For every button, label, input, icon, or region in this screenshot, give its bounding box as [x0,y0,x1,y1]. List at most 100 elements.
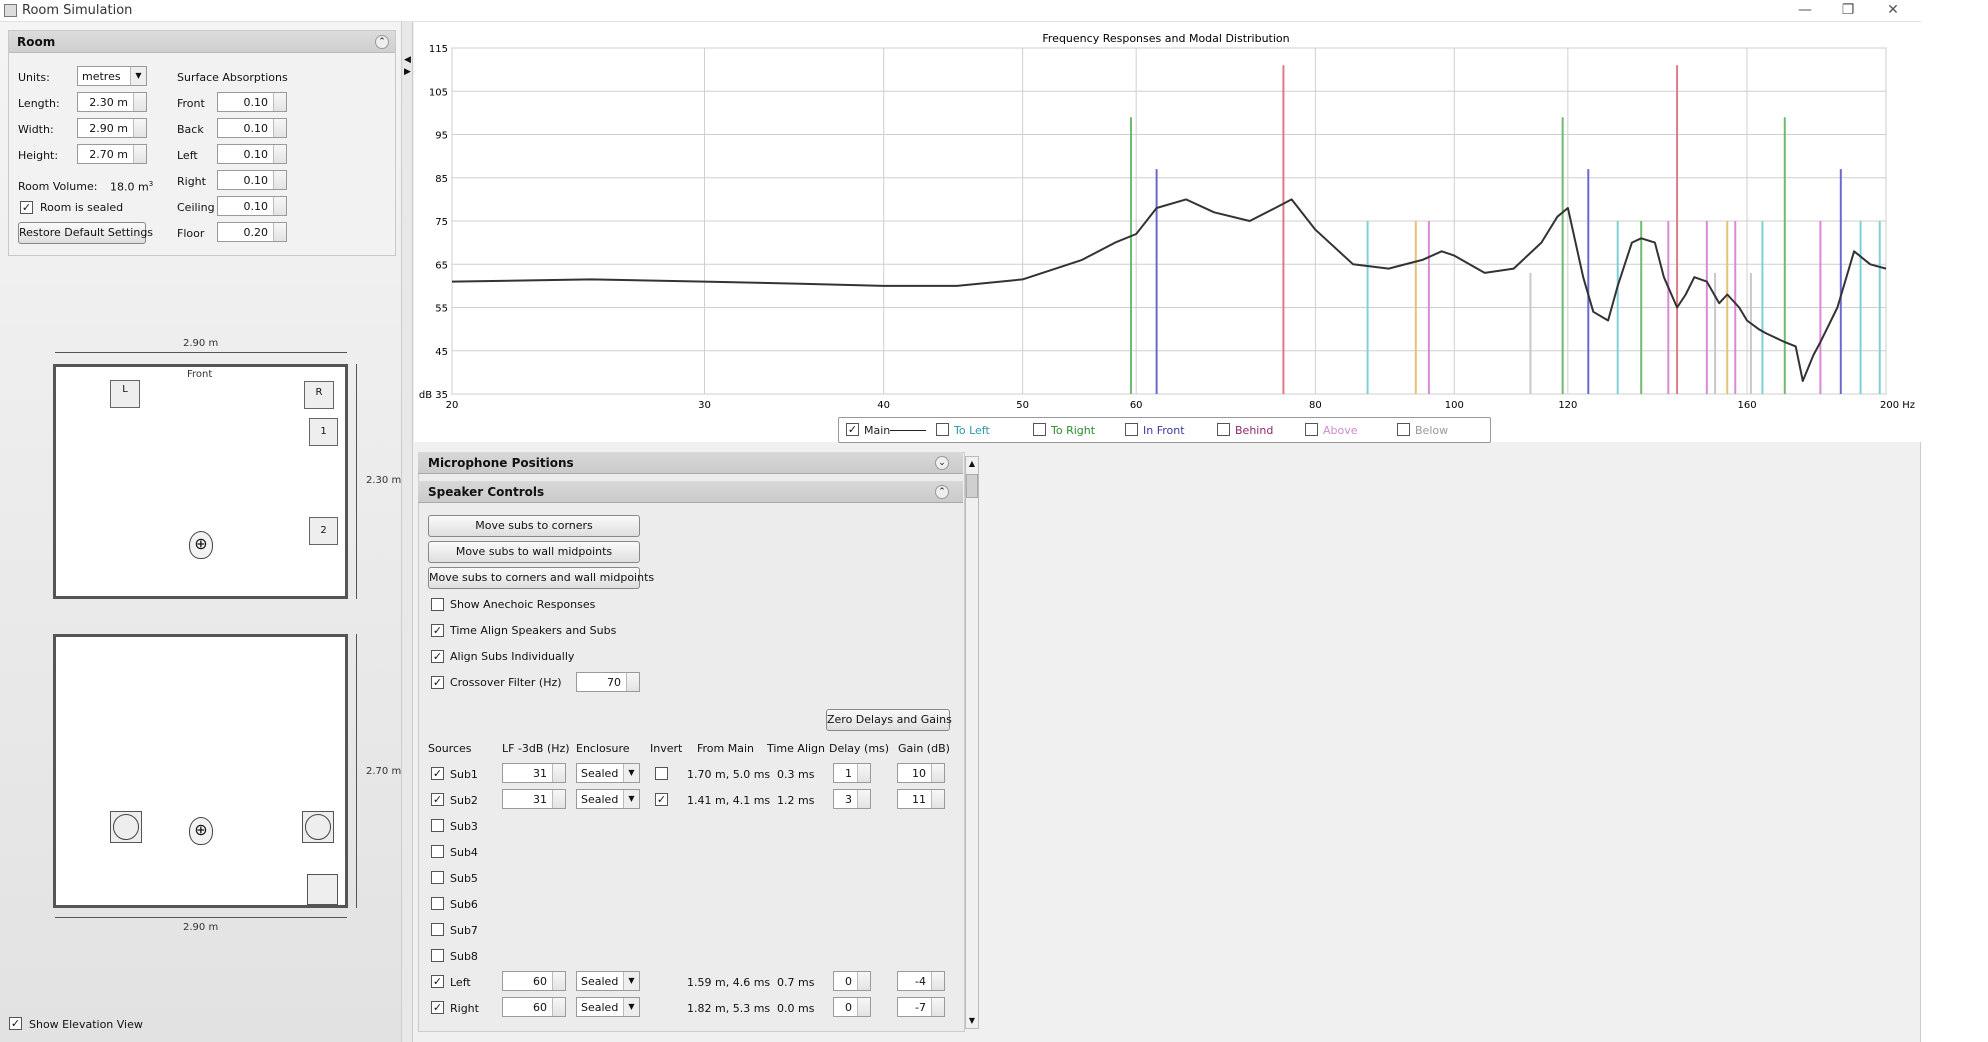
absorption-field[interactable]: 0.10 [217,170,287,190]
show-elevation-label: Show Elevation View [29,1018,143,1031]
delay-field[interactable]: 3 [833,789,871,809]
legend-item[interactable]: To Left [936,423,1026,439]
lf-field[interactable]: 31 [502,763,566,783]
absorption-field[interactable]: 0.10 [217,144,287,164]
source-checkbox[interactable] [431,845,444,858]
legend-checkbox[interactable] [1125,423,1138,436]
crossover-field[interactable]: 70 [576,672,640,692]
source-checkbox[interactable]: ✓ [431,1001,444,1014]
legend-checkbox[interactable] [936,423,949,436]
legend-checkbox[interactable] [1033,423,1046,436]
legend-item[interactable]: In Front [1125,423,1215,439]
collapse-icon[interactable]: ⌃ [935,485,949,499]
collapse-left-icon[interactable]: ◀ [404,55,411,65]
length-field[interactable]: 2.30 m [77,92,147,112]
legend-checkbox[interactable] [1217,423,1230,436]
absorption-label: Right [177,175,206,188]
units-select[interactable]: metres [77,66,147,86]
enclosure-select[interactable]: Sealed [576,789,640,809]
close-button[interactable]: ✕ [1870,0,1916,22]
legend-item[interactable]: Above [1305,423,1395,439]
zero-delays-gains-button[interactable]: Zero Delays and Gains [826,709,952,731]
lf-field[interactable]: 60 [502,971,566,991]
microphone-icon[interactable]: ⊕ [189,531,213,559]
source-checkbox[interactable]: ✓ [431,793,444,806]
align-individually-checkbox[interactable]: ✓ [431,650,444,663]
legend-checkbox[interactable] [1305,423,1318,436]
source-checkbox[interactable] [431,949,444,962]
microphone-positions-header[interactable]: Microphone Positions [418,452,963,474]
time-align-checkbox[interactable]: ✓ [431,624,444,637]
crossover-checkbox[interactable]: ✓ [431,676,444,689]
delay-field[interactable]: 0 [833,997,871,1017]
absorption-field[interactable]: 0.20 [217,222,287,242]
left-speaker[interactable]: L [110,380,140,408]
sub2-speaker[interactable]: 2 [309,517,338,545]
move-subs-corners-button[interactable]: Move subs to corners [428,515,640,537]
pane-splitter[interactable] [401,22,413,1042]
restore-button[interactable]: ❐ [1825,0,1871,22]
source-name: Sub6 [450,898,478,911]
move-subs-midpoints-button[interactable]: Move subs to wall midpoints [428,541,640,563]
show-elevation-checkbox[interactable]: ✓ [9,1017,22,1030]
invert-checkbox[interactable]: ✓ [655,793,668,806]
room-elevation-view[interactable] [53,634,348,908]
controls-scrollbar[interactable] [965,456,979,1029]
speaker-controls-header[interactable]: Speaker Controls [418,481,963,503]
sub1-speaker[interactable]: 1 [309,418,338,446]
legend-checkbox[interactable] [1397,423,1410,436]
source-checkbox[interactable]: ✓ [431,767,444,780]
restore-defaults-button[interactable]: Restore Default Settings [18,222,153,244]
sub-elevation[interactable] [307,874,338,905]
lf-field[interactable]: 31 [502,789,566,809]
source-checkbox[interactable] [431,819,444,832]
frequency-response-chart[interactable]: Frequency Responses and Modal Distributi… [414,22,1921,414]
legend-item[interactable]: Below [1397,423,1487,439]
from-main-value: 1.82 m, 5.3 ms [687,1002,771,1015]
scroll-thumb[interactable] [966,474,978,498]
lf-field[interactable]: 60 [502,997,566,1017]
absorption-field[interactable]: 0.10 [217,196,287,216]
enclosure-select[interactable]: Sealed [576,971,640,991]
right-speaker[interactable]: R [304,381,334,409]
enclosure-select[interactable]: Sealed [576,763,640,783]
width-field[interactable]: 2.90 m [77,118,147,138]
minimize-button[interactable]: — [1782,0,1828,22]
legend-item[interactable]: Behind [1217,423,1307,439]
invert-checkbox[interactable] [655,767,668,780]
height-field[interactable]: 2.70 m [77,144,147,164]
legend-checkbox[interactable]: ✓ [846,423,859,436]
scroll-up-icon[interactable]: ▲ [966,457,978,471]
speaker-cone-icon [305,814,331,840]
delay-field[interactable]: 1 [833,763,871,783]
height-label: Height: [18,149,59,162]
gain-field[interactable]: 11 [897,789,945,809]
room-panel-header[interactable]: Room ⌃ [9,31,395,53]
source-checkbox[interactable] [431,897,444,910]
microphone-icon[interactable]: ⊕ [189,817,213,845]
absorption-field[interactable]: 0.10 [217,92,287,112]
source-checkbox[interactable]: ✓ [431,975,444,988]
absorption-field[interactable]: 0.10 [217,118,287,138]
gain-field[interactable]: 10 [897,763,945,783]
delay-field[interactable]: 0 [833,971,871,991]
x-tick-label: 200 Hz [1880,400,1915,411]
anechoic-checkbox[interactable] [431,598,444,611]
enclosure-select[interactable]: Sealed [576,997,640,1017]
expand-right-icon[interactable]: ▶ [404,67,411,77]
scroll-down-icon[interactable]: ▼ [966,1014,978,1028]
time-align-value: 0.0 ms [777,1002,815,1015]
gain-field[interactable]: -7 [897,997,945,1017]
expand-icon[interactable]: ⌄ [935,456,949,470]
gain-field[interactable]: -4 [897,971,945,991]
collapse-icon[interactable]: ⌃ [375,35,389,49]
legend-item[interactable]: To Right [1033,423,1123,439]
room-sealed-checkbox[interactable]: ✓ [20,201,33,214]
move-subs-corners-midpoints-button[interactable]: Move subs to corners and wall midpoints [428,567,654,589]
legend-item[interactable]: ✓ Main [846,423,936,439]
source-checkbox[interactable] [431,923,444,936]
source-name: Sub7 [450,924,478,937]
table-header: Time Align [767,742,826,755]
x-axis-ticks: 20 30 40 50 60 80 100 120 160 200 Hz [446,400,1915,411]
source-checkbox[interactable] [431,871,444,884]
